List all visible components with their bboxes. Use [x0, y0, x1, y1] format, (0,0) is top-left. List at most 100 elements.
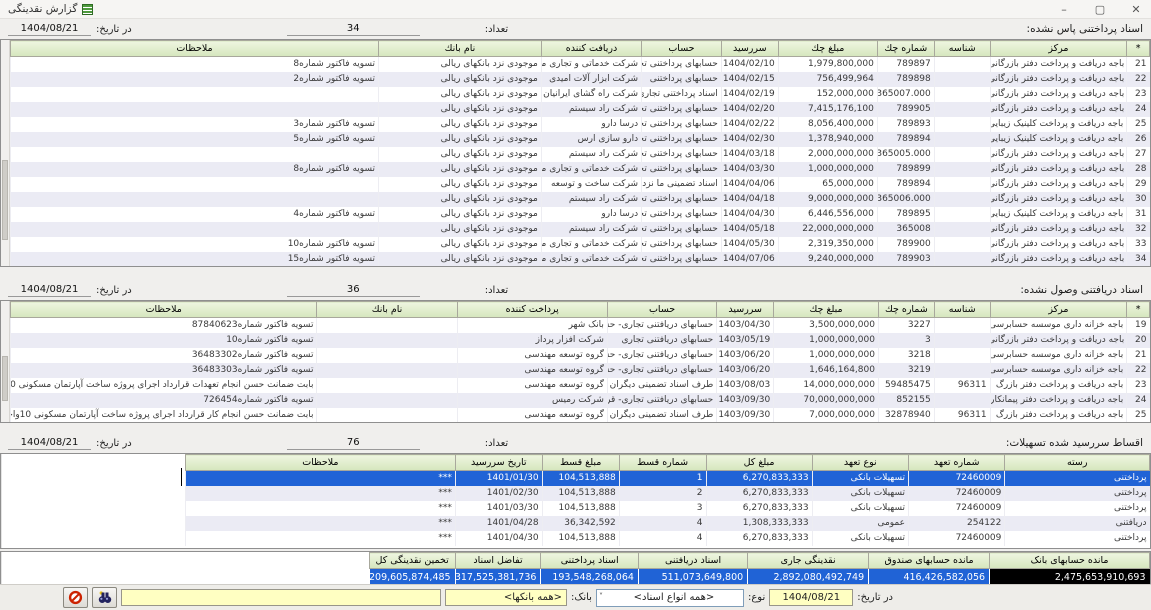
cell[interactable]: 789899 — [877, 162, 934, 177]
column-header[interactable]: شماره چك — [877, 41, 934, 57]
cell[interactable]: تسویه فاکتور شماره36483303 — [11, 363, 317, 378]
cell[interactable]: 1404/02/22 — [721, 117, 778, 132]
cell[interactable]: درسا دارو — [541, 117, 641, 132]
cell[interactable]: 789893 — [877, 117, 934, 132]
cell[interactable]: *** — [185, 516, 455, 531]
cell[interactable] — [934, 222, 990, 237]
cell[interactable]: 30 — [1127, 192, 1150, 207]
cell[interactable]: باجه خزانه داری موسسه حسابرسی — [990, 348, 1127, 363]
table-row[interactable]: دریافتنی254122عمومی1,308,333,333436,342,… — [185, 516, 1149, 531]
cell[interactable] — [934, 252, 990, 267]
maximize-button[interactable]: ▢ — [1093, 3, 1107, 16]
table-row[interactable]: 33باجه دریافت و پرداخت دفتر بازرگانی آبی… — [11, 237, 1150, 252]
table-row[interactable]: 34باجه دریافت و پرداخت دفتر بازرگانی آبی… — [11, 252, 1150, 267]
cell[interactable]: 23 — [1127, 87, 1150, 102]
cell[interactable]: 3227 — [878, 318, 934, 333]
cell[interactable]: 72460009 — [908, 501, 1004, 516]
cell[interactable] — [11, 177, 379, 192]
cell[interactable]: حسابهای پرداختنی تجاری — [642, 147, 722, 162]
cell[interactable]: طرف اسناد تضمینی دیگران نزد — [607, 378, 716, 393]
cell[interactable]: موجودی نزد بانکهای ریالی — [378, 222, 541, 237]
date-field[interactable]: 1404/08/21 — [8, 283, 91, 297]
cell[interactable]: باجه دریافت و پرداخت دفتر بازرگ — [990, 408, 1127, 423]
cell[interactable]: 789905 — [877, 102, 934, 117]
cell[interactable]: باجه دریافت و پرداخت دفتر بازرگانی آبی — [990, 147, 1127, 162]
column-header[interactable]: تاریخ سررسید — [455, 455, 542, 471]
column-header[interactable]: شناسه — [934, 41, 990, 57]
cell[interactable]: 8,056,400,000 — [778, 117, 877, 132]
search-input[interactable] — [121, 589, 441, 606]
cell[interactable]: 1401/04/30 — [455, 531, 542, 546]
cell[interactable]: تسهیلات بانکی — [812, 471, 908, 486]
cell[interactable]: شرکت خدماتی و تجاری مهر — [541, 237, 641, 252]
cell[interactable]: 1 — [619, 471, 706, 486]
cell[interactable]: بابت ضمانت حسن انجام کار قرارداد اجرای پ… — [11, 408, 317, 423]
cell[interactable]: شرکت راد سیستم — [541, 192, 641, 207]
cell[interactable]: 96311 — [934, 378, 990, 393]
cell[interactable]: پرداختنی — [1005, 501, 1150, 516]
cell[interactable]: شرکت راد سیستم — [541, 147, 641, 162]
table-row[interactable]: 24باجه دریافت و پرداخت دفتر پیمانکاری آب… — [11, 393, 1150, 408]
cell[interactable]: 789894 — [877, 132, 934, 147]
cell[interactable]: 21 — [1127, 348, 1150, 363]
table-row[interactable]: 21باجه خزانه داری موسسه حسابرسی32181,000… — [11, 348, 1150, 363]
cell[interactable]: باجه دریافت و پرداخت دفتر بازرگانی آبی — [990, 162, 1127, 177]
cell[interactable]: حسابهای پرداختنی — [642, 72, 722, 87]
table-row[interactable]: 32باجه دریافت و پرداخت دفتر بازرگانی آبی… — [11, 222, 1150, 237]
date-field[interactable]: 1404/08/21 — [8, 436, 91, 450]
cell[interactable]: بابت ضمانت حسن انجام تعهدات قرارداد اجرا… — [11, 378, 317, 393]
cell[interactable]: 1404/04/06 — [721, 177, 778, 192]
cell[interactable]: 24 — [1127, 102, 1150, 117]
table-row[interactable]: 28باجه دریافت و پرداخت دفتر بازرگانی آبی… — [11, 162, 1150, 177]
column-header[interactable]: ملاحظات — [185, 455, 455, 471]
cell[interactable]: 4 — [619, 516, 706, 531]
cell[interactable]: 1403/08/03 — [717, 378, 774, 393]
cell[interactable]: تسویه فاکتور شماره8 — [11, 162, 379, 177]
cell[interactable]: شرکت ابزار آلات امیدی — [541, 72, 641, 87]
cell[interactable] — [11, 102, 379, 117]
cell[interactable]: حسابهای دریافتنی تجاری- حسا — [607, 363, 716, 378]
cell[interactable]: پرداختنی — [1005, 531, 1150, 546]
cell[interactable]: عمومی — [812, 516, 908, 531]
cell[interactable]: شرکت خدماتی و تجاری مهر — [541, 57, 641, 72]
cell[interactable]: تسویه فاکتور شماره3 — [11, 117, 379, 132]
cell[interactable]: 4 — [619, 531, 706, 546]
cell[interactable]: 254122 — [908, 516, 1004, 531]
cell[interactable]: باجه دریافت و پرداخت کلینیک زیبایی آبی — [990, 207, 1127, 222]
cell[interactable]: موجودی نزد بانکهای ریالی — [378, 177, 541, 192]
cell[interactable]: گروه توسعه مهندسی — [457, 363, 607, 378]
cell[interactable]: باجه دریافت و پرداخت دفتر بازرگانی آبی — [990, 252, 1127, 267]
cell[interactable]: 1401/01/30 — [455, 471, 542, 486]
cell[interactable] — [934, 318, 990, 333]
cell[interactable]: پرداختنی — [1005, 471, 1150, 486]
cell[interactable]: 21 — [1127, 57, 1150, 72]
cell[interactable]: 1404/07/06 — [721, 252, 778, 267]
vertical-scrollbar[interactable] — [1, 40, 10, 266]
cell[interactable]: 14,000,000,000 — [774, 378, 879, 393]
cell[interactable] — [317, 318, 457, 333]
cell[interactable]: گروه توسعه مهندسی — [457, 408, 607, 423]
cell[interactable]: 1404/02/20 — [721, 102, 778, 117]
cell[interactable] — [934, 72, 990, 87]
cell[interactable]: 32 — [1127, 222, 1150, 237]
cell[interactable]: 2,319,350,000 — [778, 237, 877, 252]
cell[interactable]: تسهیلات بانکی — [812, 501, 908, 516]
cell[interactable] — [934, 177, 990, 192]
cell[interactable]: تسویه فاکتور شماره2 — [11, 72, 379, 87]
column-header[interactable]: نام بانك — [378, 41, 541, 57]
column-header[interactable]: * — [1127, 302, 1150, 318]
cell[interactable]: 3 — [619, 501, 706, 516]
cell[interactable]: باجه دریافت و پرداخت دفتر بازرگانی آبی — [990, 57, 1127, 72]
cell[interactable]: اسناد پرداختنی تجاری — [642, 87, 722, 102]
cell[interactable] — [317, 363, 457, 378]
cell[interactable]: 1,646,164,800 — [774, 363, 879, 378]
cell[interactable]: تسویه فاکتور شماره10 — [11, 237, 379, 252]
cell[interactable]: 72460009 — [908, 471, 1004, 486]
cell[interactable]: حسابهای پرداختنی تجاری — [642, 237, 722, 252]
cell[interactable]: باجه دریافت و پرداخت دفتر بازرگانی آبی — [990, 102, 1127, 117]
cell[interactable]: باجه دریافت و پرداخت دفتر بازرگانی آبی — [990, 192, 1127, 207]
cell[interactable]: 1,000,000,000 — [774, 333, 879, 348]
cell[interactable]: 789900 — [877, 237, 934, 252]
table-row[interactable]: 31باجه دریافت و پرداخت کلینیک زیبایی آبی… — [11, 207, 1150, 222]
cell[interactable]: حسابهای پرداختنی تجاری — [642, 102, 722, 117]
